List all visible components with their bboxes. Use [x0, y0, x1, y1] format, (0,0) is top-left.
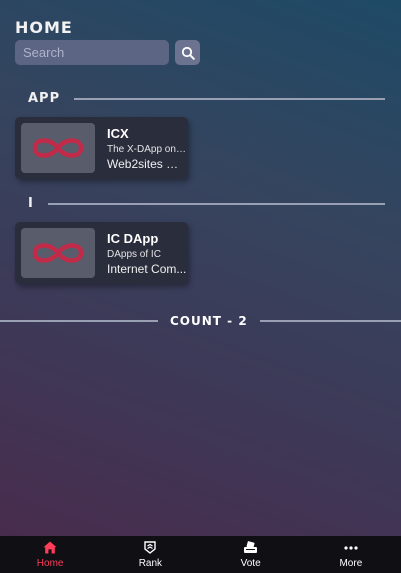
section-divider: [74, 97, 385, 100]
search-button[interactable]: [175, 40, 200, 65]
count-divider-right: [259, 320, 401, 322]
section-label: I: [28, 196, 34, 211]
app-card[interactable]: ICX The X-DApp on ... Web2sites Or...: [15, 117, 188, 179]
section-header-app: APP: [0, 91, 401, 106]
nav-label: Rank: [138, 557, 163, 569]
rank-icon: [144, 541, 157, 555]
section-header-i: I: [0, 196, 401, 211]
card-text: ICX The X-DApp on ... Web2sites Or...: [107, 126, 187, 171]
section-divider: [47, 202, 385, 205]
count-label: COUNT - 2: [170, 314, 248, 328]
vote-icon: [243, 541, 258, 555]
nav-label: Vote: [240, 557, 261, 569]
nav-label: Home: [36, 557, 64, 569]
card-text: IC DApp DApps of IC Internet Com...: [107, 231, 187, 276]
card-description: The X-DApp on ...: [107, 143, 187, 155]
infinity-logo-icon: [32, 138, 84, 158]
nav-item-rank[interactable]: Rank: [100, 536, 200, 573]
search-input[interactable]: [15, 40, 169, 65]
page-title: HOME: [15, 18, 73, 37]
app-thumbnail: [21, 123, 95, 173]
nav-item-home[interactable]: Home: [0, 536, 100, 573]
home-icon: [43, 541, 57, 555]
bottom-nav: Home Rank Vote More: [0, 536, 401, 573]
count-row: COUNT - 2: [0, 314, 401, 328]
nav-item-more[interactable]: More: [301, 536, 401, 573]
card-title: IC DApp: [107, 230, 159, 246]
nav-label: More: [339, 557, 363, 569]
card-description: DApps of IC: [107, 248, 161, 260]
app-thumbnail: [21, 228, 95, 278]
more-icon: [344, 541, 358, 555]
section-label: APP: [28, 91, 61, 106]
card-title: ICX: [107, 125, 129, 141]
app-card[interactable]: IC DApp DApps of IC Internet Com...: [15, 222, 188, 284]
nav-item-vote[interactable]: Vote: [201, 536, 301, 573]
card-owner: Web2sites Or...: [107, 156, 187, 171]
count-divider-left: [0, 320, 158, 322]
search-icon: [181, 46, 195, 60]
infinity-logo-icon: [32, 243, 84, 263]
card-owner: Internet Com...: [107, 261, 187, 276]
